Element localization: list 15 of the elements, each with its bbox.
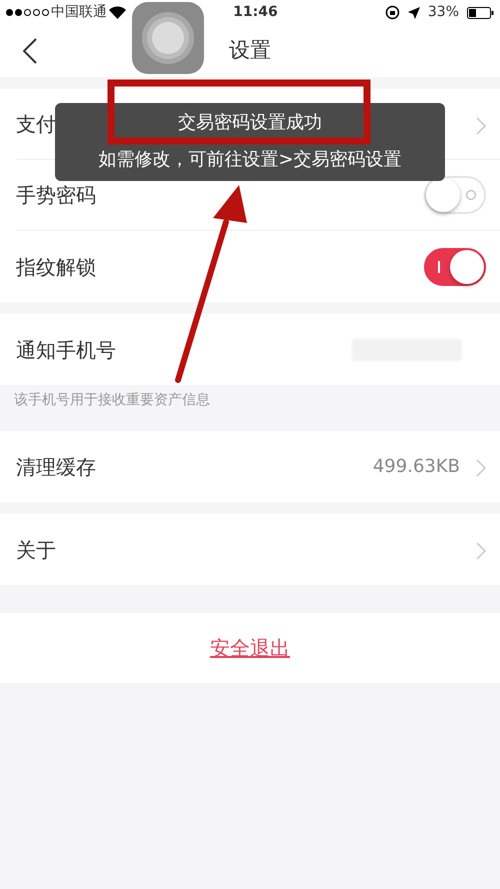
row-label: 指纹解锁 — [16, 254, 96, 280]
carrier-name: 中国联通 — [51, 3, 107, 22]
logout-link[interactable]: 安全退出 — [204, 632, 296, 664]
row-label: 清理缓存 — [16, 454, 96, 480]
row-label: 支付 — [16, 111, 56, 138]
row-label: 手势密码 — [16, 182, 96, 209]
row-label: 通知手机号 — [16, 336, 116, 364]
battery-percent: 33% — [428, 3, 459, 22]
toast-title: 交易密码设置成功 — [177, 111, 323, 134]
settings-row[interactable]: 指纹解锁 — [16, 231, 500, 302]
status-time: 11:46 — [233, 4, 278, 20]
section-footnote: 该手机号用于接收重要资产信息 — [14, 392, 210, 408]
row-label: 关于 — [16, 536, 56, 564]
page-title: 设置 — [229, 37, 271, 64]
row-value: 499.63KB — [372, 455, 460, 479]
